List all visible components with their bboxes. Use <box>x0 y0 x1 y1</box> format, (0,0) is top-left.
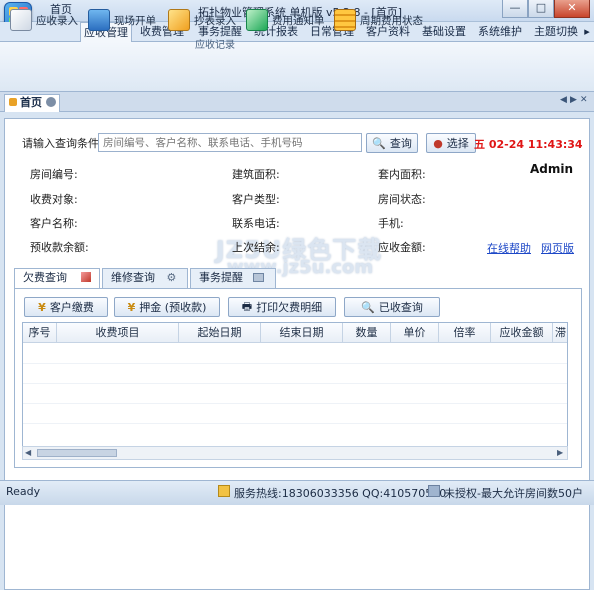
monitor-chart-icon <box>88 9 110 31</box>
minimize-button[interactable]: — <box>502 0 528 18</box>
tab-repair-query[interactable]: 维修查询 ⚙ <box>102 268 188 288</box>
query-button-label: 查询 <box>389 137 412 150</box>
room-status-label: 房间状态: <box>378 193 426 206</box>
home-tab-icon <box>9 98 17 106</box>
person-icon: ● <box>433 136 443 150</box>
printer-icon: 🖶 <box>241 299 253 313</box>
print-arrears-label: 打印欠费明细 <box>256 301 323 314</box>
ribbon-group-label: 应收记录 <box>195 40 235 51</box>
tab-reminders[interactable]: 事务提醒 <box>190 268 276 288</box>
tab-prev-icon[interactable]: ◀ <box>560 95 567 105</box>
deposit-button[interactable]: ¥ 押金 (预收款) <box>114 297 220 317</box>
scroll-right-icon[interactable]: ▶ <box>557 448 563 457</box>
received-query-button[interactable]: 🔍 已收查询 <box>344 297 440 317</box>
receivable-entry-button[interactable]: 应收录入 <box>10 8 78 32</box>
query-button[interactable]: 🔍 查询 <box>366 133 418 153</box>
tab-home[interactable]: 首页 <box>4 94 60 112</box>
col-seq[interactable]: 序号 <box>23 323 57 343</box>
web-version-link[interactable]: 网页版 <box>541 240 574 256</box>
tab-close-all-icon[interactable]: ✕ <box>580 95 588 105</box>
tab-arrears-query[interactable]: 欠费查询 <box>14 268 100 289</box>
stack-list-icon <box>334 9 356 31</box>
status-ready: Ready <box>6 485 41 498</box>
menu-theme[interactable]: 主题切换 <box>530 22 582 42</box>
receivable-amount-label: 应收金额: <box>378 241 426 254</box>
tab-repair-label: 维修查询 <box>111 271 155 284</box>
close-tab-icon[interactable] <box>46 97 56 107</box>
print-arrears-button[interactable]: 🖶 打印欠费明细 <box>228 297 336 317</box>
customer-name-label: 客户名称: <box>30 217 78 230</box>
received-query-label: 已收查询 <box>378 301 423 314</box>
pencil-icon <box>168 9 190 31</box>
tab-arrears-label: 欠费查询 <box>23 271 67 284</box>
search-input[interactable] <box>98 133 362 152</box>
customer-type-label: 客户类型: <box>232 193 280 206</box>
clock-text: 五 02-24 11:43:34 <box>474 138 583 151</box>
current-user: Admin <box>530 162 574 176</box>
customer-pay-button[interactable]: ¥ 客户缴费 <box>24 297 108 317</box>
menu-maintenance[interactable]: 系统维护 <box>474 22 526 42</box>
online-help-link[interactable]: 在线帮助 <box>487 240 531 256</box>
ribbon-label: 现场开单 <box>114 14 156 27</box>
license-status: 未授权-最大允许房间数50户 <box>444 487 583 500</box>
col-quantity[interactable]: 数量 <box>343 323 391 343</box>
yuan-icon: ¥ <box>127 300 136 314</box>
license-icon <box>428 485 440 497</box>
col-unit-price[interactable]: 单价 <box>391 323 439 343</box>
meter-reading-button[interactable]: 抄表录入 <box>168 8 236 32</box>
col-start-date[interactable]: 起始日期 <box>179 323 261 343</box>
service-hotline: 服务热线:18306033356 QQ:410570560 <box>234 487 447 500</box>
notice-icon <box>246 9 268 31</box>
cube-icon <box>80 272 91 282</box>
onsite-billing-button[interactable]: 现场开单 <box>88 8 156 32</box>
scroll-thumb[interactable] <box>37 449 117 457</box>
ribbon-label: 费用通知单 <box>272 14 325 27</box>
phone-icon <box>218 485 230 497</box>
last-settle-label: 上次结余: <box>232 241 280 254</box>
fee-notice-button[interactable]: 费用通知单 <box>246 8 325 32</box>
select-button[interactable]: ● 选择 <box>426 133 476 153</box>
maximize-button[interactable]: □ <box>528 0 554 18</box>
col-rate[interactable]: 倍率 <box>439 323 491 343</box>
mobile-label: 手机: <box>378 217 404 230</box>
col-end-date[interactable]: 结束日期 <box>261 323 343 343</box>
arrears-grid[interactable]: 序号 收费项目 起始日期 结束日期 数量 单价 倍率 应收金额 滞 <box>22 322 568 460</box>
document-tab-strip <box>0 92 594 112</box>
col-receivable[interactable]: 应收金额 <box>491 323 553 343</box>
prepaid-balance-label: 预收款余额: <box>30 241 89 254</box>
tab-next-icon[interactable]: ▶ <box>570 95 577 105</box>
col-charge-item[interactable]: 收费项目 <box>57 323 179 343</box>
select-button-label: 选择 <box>446 137 469 150</box>
customer-pay-label: 客户缴费 <box>49 301 94 314</box>
room-no-label: 房间编号: <box>30 168 78 181</box>
magnifier-icon: 🔍 <box>372 136 386 150</box>
phone-label: 联系电话: <box>232 217 280 230</box>
notebook-pen-icon <box>10 9 32 31</box>
scroll-left-icon[interactable]: ◀ <box>25 448 31 457</box>
build-area-label: 建筑面积: <box>232 168 280 181</box>
inner-area-label: 套内面积: <box>378 168 426 181</box>
deposit-label: 押金 (预收款) <box>139 301 207 314</box>
ribbon-label: 应收录入 <box>36 14 78 27</box>
magnifier-icon: 🔍 <box>361 300 375 314</box>
tab-reminders-label: 事务提醒 <box>199 271 243 284</box>
ribbon-label: 抄表录入 <box>194 14 236 27</box>
menu-more-icon[interactable]: ▸ <box>582 22 592 42</box>
tray-icon <box>252 273 264 282</box>
charge-target-label: 收费对象: <box>30 193 78 206</box>
search-prompt: 请输入查询条件 <box>22 137 99 150</box>
col-late-fee[interactable]: 滞 <box>553 323 567 343</box>
horizontal-scrollbar[interactable]: ◀ ▶ <box>22 446 568 460</box>
close-button[interactable]: ✕ <box>554 0 590 18</box>
gears-icon: ⚙ <box>166 271 177 284</box>
ribbon-label: 周期费用状态 <box>360 14 423 27</box>
yuan-icon: ¥ <box>38 300 46 314</box>
ribbon <box>0 42 594 92</box>
cycle-fee-status-button[interactable]: 周期费用状态 <box>334 8 423 32</box>
menu-settings[interactable]: 基础设置 <box>418 22 470 42</box>
tab-home-label: 首页 <box>20 96 42 109</box>
